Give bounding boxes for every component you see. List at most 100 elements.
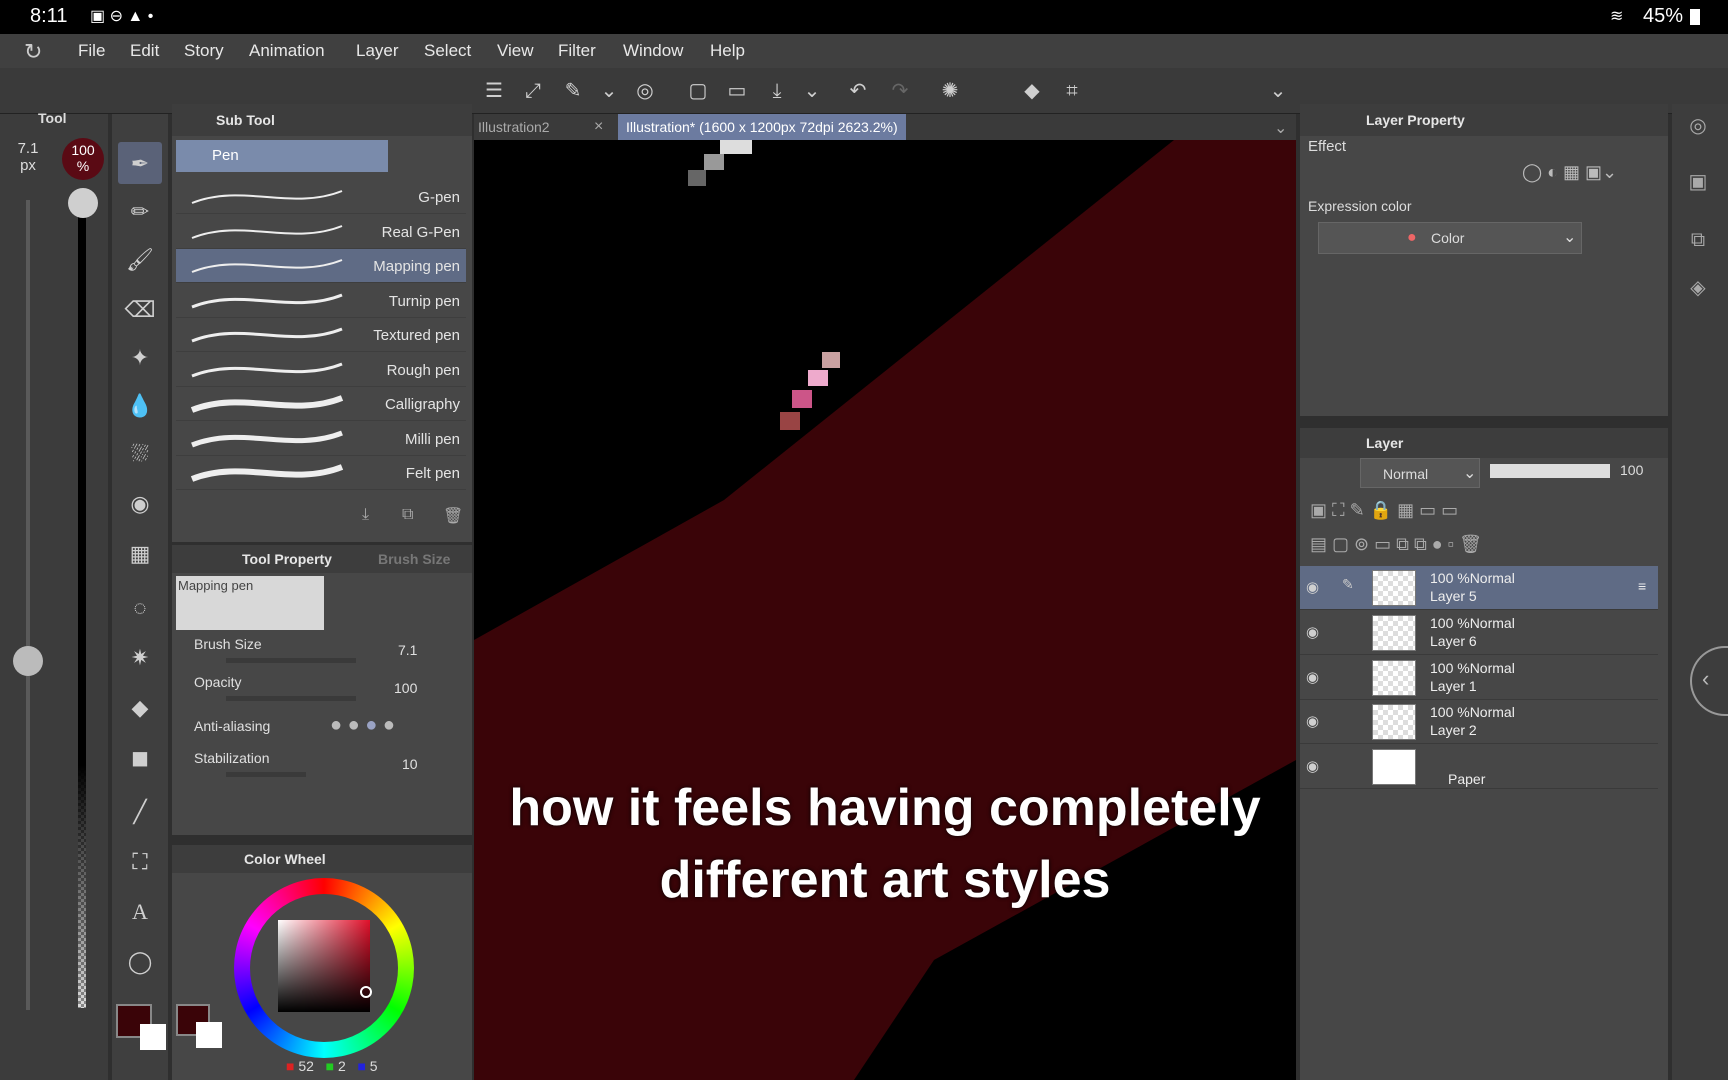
drawing-canvas[interactable] xyxy=(474,140,1296,1080)
layer-icon[interactable]: ◈ xyxy=(1680,270,1716,306)
brush-item[interactable]: Felt pen xyxy=(176,456,466,490)
line-tool-icon[interactable]: ╱ xyxy=(122,794,158,830)
selection-tool-icon[interactable]: ◌ xyxy=(122,590,158,626)
chevron-down-icon[interactable]: ⌄ xyxy=(1274,118,1287,138)
opacity-slider[interactable] xyxy=(78,200,86,1008)
layer-row[interactable]: ◉ 100 %Normal Layer 1 xyxy=(1300,656,1658,700)
grid-tool-icon[interactable]: ▦ xyxy=(122,536,158,572)
save-icon[interactable]: ⤓ xyxy=(765,79,789,103)
stabilization-row[interactable]: Stabilization 10 xyxy=(176,748,466,786)
sub-view-icon[interactable]: ▣ xyxy=(1680,164,1716,200)
open-folder-icon[interactable]: ▭ xyxy=(725,79,749,103)
tab-illustration2[interactable]: Illustration2 xyxy=(478,119,550,135)
duplicate-icon[interactable]: ⧉ xyxy=(402,506,413,524)
layer-opacity-slider[interactable] xyxy=(1490,464,1610,478)
menu-window[interactable]: Window xyxy=(623,41,683,61)
redo-icon[interactable]: ↷ xyxy=(888,79,912,103)
sub-color-swatch[interactable] xyxy=(140,1024,166,1050)
lasso-fill-tool-icon[interactable]: ◉ xyxy=(122,486,158,522)
layer-row[interactable]: ◉ 100 %Normal Layer 2 xyxy=(1300,700,1658,745)
chevron-down-icon[interactable]: ⌄ xyxy=(597,79,621,103)
gradient-tool-icon[interactable]: ◼ xyxy=(122,740,158,776)
new-canvas-icon[interactable]: ▢ xyxy=(686,79,710,103)
brush-size-slider[interactable] xyxy=(26,200,30,1010)
operation-tool-icon[interactable]: ⛶ xyxy=(122,844,158,880)
decoration-tool-icon[interactable]: ✦ xyxy=(122,340,158,376)
blend-mode-select[interactable]: Normal ⌄ xyxy=(1360,458,1480,488)
eye-icon[interactable]: ◉ xyxy=(1306,712,1319,730)
menu-help[interactable]: Help xyxy=(710,41,745,61)
crop-icon[interactable]: ⌗ xyxy=(1060,79,1084,103)
airbrush-tool-icon[interactable]: ⛆ xyxy=(122,436,158,472)
layer-menu-icon[interactable]: ≡ xyxy=(1638,578,1646,594)
sub-color-chip[interactable] xyxy=(196,1022,222,1048)
layer-toolbar-2[interactable]: ▤ ▢ ⊚ ▭ ⧉ ⧉ ● ▫ 🗑 xyxy=(1310,534,1660,562)
brush-item[interactable]: Mapping pen xyxy=(176,249,466,283)
menu-story[interactable]: Story xyxy=(184,41,224,61)
eraser-tool-icon[interactable]: ⌫ xyxy=(122,292,158,328)
trash-icon[interactable]: 🗑 xyxy=(443,506,463,526)
transform-icon[interactable]: ✎ xyxy=(561,79,585,103)
layer-property-icon[interactable]: ⧉ xyxy=(1680,222,1716,258)
effect-icons[interactable]: ◯ ◐ ▦ ▣⌄ xyxy=(1522,162,1617,183)
text-tool-icon[interactable]: A xyxy=(122,894,158,930)
chevron-down-icon[interactable]: ⌄ xyxy=(800,79,824,103)
brush-item[interactable]: G-pen xyxy=(176,180,466,214)
brush-item[interactable]: Textured pen xyxy=(176,318,466,352)
pencil-tool-icon[interactable]: ✏ xyxy=(122,194,158,230)
brush-size-row[interactable]: Brush Size 7.1 xyxy=(176,632,466,670)
menu-view[interactable]: View xyxy=(497,41,534,61)
brush-item[interactable]: Calligraphy xyxy=(176,387,466,421)
balloon-tool-icon[interactable]: ◯ xyxy=(122,944,158,980)
menu-select[interactable]: Select xyxy=(424,41,471,61)
anti-aliasing-options[interactable]: ● ● ● ● xyxy=(330,714,395,737)
navigator-icon[interactable]: ◎ xyxy=(1680,108,1716,144)
layer-row[interactable]: ◉ 100 %Normal Layer 6 xyxy=(1300,611,1658,655)
magic-wand-tool-icon[interactable]: ✷ xyxy=(122,640,158,676)
chevron-down-icon[interactable]: ⌄ xyxy=(1266,79,1290,103)
undo-icon[interactable]: ↶ xyxy=(846,79,870,103)
brush-item[interactable]: Milli pen xyxy=(176,422,466,456)
eye-icon[interactable]: ◉ xyxy=(1306,623,1319,641)
stabilization-bar[interactable] xyxy=(226,772,306,777)
brush-item[interactable]: Rough pen xyxy=(176,353,466,387)
stabilization-value[interactable]: 10 xyxy=(402,756,418,772)
hamburger-icon[interactable]: ☰ xyxy=(482,79,506,103)
eye-icon[interactable]: ◉ xyxy=(1306,578,1319,596)
fill-tool-icon[interactable]: ◆ xyxy=(122,690,158,726)
menu-animation[interactable]: Animation xyxy=(249,41,325,61)
blend-tool-icon[interactable]: 💧 xyxy=(122,388,158,424)
menu-file[interactable]: File xyxy=(78,41,105,61)
layer-toolbar-1[interactable]: ▣ ⛶ ✎ 🔒 ▦ ▭ ▭ xyxy=(1310,500,1660,528)
menu-filter[interactable]: Filter xyxy=(558,41,596,61)
sub-tool-group-pen[interactable]: Pen xyxy=(176,140,388,172)
opacity-slider-handle[interactable] xyxy=(68,188,98,218)
brush-size-value[interactable]: 7.1 xyxy=(398,642,417,658)
brush-item[interactable]: Turnip pen xyxy=(176,284,466,318)
color-picker-handle[interactable] xyxy=(360,986,372,998)
brush-item[interactable]: Real G-Pen xyxy=(176,215,466,249)
brush-size-bar[interactable] xyxy=(226,658,356,663)
anti-aliasing-row[interactable]: Anti-aliasing ● ● ● ● xyxy=(176,714,466,752)
loading-icon[interactable]: ✺ xyxy=(938,79,962,103)
lasso-icon[interactable]: ◎ xyxy=(633,79,657,103)
opacity-bar[interactable] xyxy=(226,696,356,701)
menu-layer[interactable]: Layer xyxy=(356,41,399,61)
brush-size-slider-handle[interactable] xyxy=(13,646,43,676)
fill-icon[interactable]: ◆ xyxy=(1020,79,1044,103)
tab-illustration-active[interactable]: Illustration* (1600 x 1200px 72dpi 2623.… xyxy=(618,114,906,140)
eye-icon[interactable]: ◉ xyxy=(1306,757,1319,775)
eye-icon[interactable]: ◉ xyxy=(1306,668,1319,686)
saturation-value-square[interactable] xyxy=(278,920,370,1012)
close-tab-icon[interactable]: × xyxy=(594,118,603,136)
app-logo-icon[interactable]: ↻ xyxy=(24,39,42,65)
opacity-row[interactable]: Opacity 100 xyxy=(176,672,466,710)
pen-tool-icon[interactable]: ✒ xyxy=(122,146,158,182)
brush-size-tab[interactable]: Brush Size xyxy=(378,551,450,567)
opacity-value[interactable]: 100 xyxy=(394,680,417,696)
layer-opacity-value[interactable]: 100 xyxy=(1620,462,1643,478)
resize-icon[interactable]: ⤢ xyxy=(521,79,545,103)
brush-tool-icon[interactable]: 🖌 xyxy=(122,242,158,278)
expression-color-select[interactable]: ● Color ⌄ xyxy=(1318,222,1582,254)
download-icon[interactable]: ⤓ xyxy=(362,506,369,524)
